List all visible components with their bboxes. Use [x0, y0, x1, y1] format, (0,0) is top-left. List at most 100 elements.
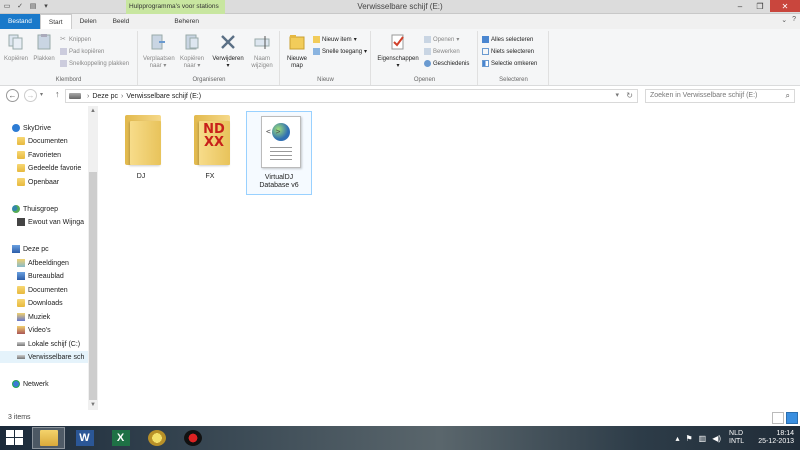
alles-selecteren-button[interactable]: Alles selecteren — [482, 35, 533, 44]
nav-item-skydrive[interactable]: SkyDrive — [12, 122, 100, 134]
verwijderen-button[interactable]: Verwijderen ▾ — [211, 33, 245, 70]
input-language[interactable]: NLD INTL — [729, 430, 744, 446]
file-item-fx[interactable]: ND XX FX — [177, 111, 243, 195]
nav-item-user[interactable]: Ewout van Wijnga — [17, 216, 88, 228]
expand-ribbon-icon[interactable]: ⌄ — [781, 16, 787, 24]
navigation-pane: SkyDrive Documenten Favorieten Gedeelde … — [0, 106, 98, 410]
back-button[interactable]: ← — [6, 89, 19, 102]
plakken-button[interactable]: Plakken — [30, 33, 58, 63]
file-explorer-icon — [39, 430, 58, 446]
eigenschappen-button[interactable]: Eigenschappen ▾ — [374, 33, 422, 70]
show-hidden-icons-icon[interactable]: ▴ — [675, 434, 679, 443]
nav-item-gedeelde-favorieten[interactable]: Gedeelde favorie — [17, 162, 88, 174]
search-placeholder: Zoeken in Verwisselbare schijf (E:) — [650, 92, 758, 99]
knippen-button[interactable]: ✂ Knippen — [60, 35, 91, 44]
forward-button[interactable]: → — [24, 89, 37, 102]
nav-scrollbar-thumb[interactable] — [89, 172, 97, 400]
verplaatsen-naar-button[interactable]: Verplaatsen naar ▾ — [143, 33, 175, 70]
scroll-up-icon[interactable]: ▲ — [88, 108, 98, 114]
selectie-omkeren-button[interactable]: Selectie omkeren — [482, 59, 537, 68]
tab-delen[interactable]: Delen — [72, 14, 105, 29]
videos-icon — [17, 326, 25, 334]
tab-start[interactable]: Start — [39, 14, 72, 29]
forward-arrow-icon: → — [26, 91, 35, 100]
tab-bestand[interactable]: Bestand — [0, 14, 40, 29]
naam-wijzigen-button[interactable]: Naam wijzigen — [247, 33, 277, 70]
pictures-icon — [17, 259, 25, 267]
bewerken-button[interactable]: Bewerken — [424, 47, 460, 56]
edit-icon — [424, 48, 431, 55]
group-organiseren: Verplaatsen naar ▾ Kopiëren naar ▾ Verwi… — [139, 31, 280, 85]
nav-scrollbar[interactable]: ▲ ▼ — [88, 106, 98, 410]
pad-kopieren-button[interactable]: Pad kopiëren — [60, 47, 104, 56]
documents-icon — [17, 286, 25, 294]
clock[interactable]: 18:14 25-12-2013 — [758, 430, 794, 446]
maximize-button[interactable]: ❐ — [750, 0, 770, 12]
system-tray: ▴ ⚑ ▥ ◀) NLD INTL 18:14 25-12-2013 — [675, 426, 800, 450]
paste-icon — [37, 34, 51, 50]
start-button[interactable] — [6, 430, 24, 446]
group-nieuw: Nieuwe map Nieuw item ▾ Snelle toegang ▾… — [281, 31, 371, 85]
nav-item-thuisgroep[interactable]: Thuisgroep — [12, 203, 100, 215]
new-folder-icon — [289, 35, 305, 50]
snelle-toegang-button[interactable]: Snelle toegang ▾ — [313, 47, 367, 56]
volume-icon[interactable]: ◀) — [712, 434, 721, 443]
scroll-down-icon[interactable]: ▼ — [88, 402, 98, 408]
taskbar-virtualdj[interactable] — [176, 427, 209, 449]
refresh-icon[interactable]: ↻ — [626, 90, 633, 102]
view-switcher — [772, 412, 798, 424]
nieuw-item-button[interactable]: Nieuw item ▾ — [313, 35, 357, 44]
openen-button[interactable]: Openen ▾ — [424, 35, 459, 44]
downloads-icon — [17, 299, 25, 307]
nav-item-netwerk[interactable]: Netwerk — [12, 378, 100, 390]
item-count: 3 items — [8, 414, 31, 421]
up-button[interactable]: ↑ — [55, 89, 60, 99]
file-item-dj[interactable]: DJ — [108, 111, 174, 195]
user-icon — [17, 218, 25, 226]
kopieren-naar-button[interactable]: Kopiëren naar ▾ — [177, 33, 207, 70]
folder-icon — [17, 137, 25, 145]
address-bar[interactable]: › Deze pc › Verwisselbare schijf (E:) ▾ … — [65, 89, 638, 103]
rename-icon — [254, 36, 270, 49]
geschiedenis-button[interactable]: Geschiedenis — [424, 59, 469, 68]
tab-beheren[interactable]: Beheren — [137, 14, 237, 29]
breadcrumb-drive[interactable]: Verwisselbare schijf (E:) — [126, 93, 201, 100]
nieuwe-map-button[interactable]: Nieuwe map — [283, 33, 311, 70]
breadcrumb-deze-pc[interactable]: Deze pc — [92, 93, 118, 100]
address-dropdown-icon[interactable]: ▾ — [615, 90, 619, 102]
file-item-virtualdj-database[interactable]: < > VirtualDJ Database v6 — [246, 111, 312, 195]
select-none-icon — [482, 48, 489, 55]
large-icons-view-button[interactable] — [786, 412, 798, 424]
music-icon — [17, 313, 25, 321]
taskbar-file-explorer[interactable] — [32, 427, 65, 449]
taskbar-word[interactable]: W — [68, 427, 101, 449]
word-icon: W — [75, 430, 94, 446]
snelkoppeling-plakken-button[interactable]: Snelkoppeling plakken — [60, 59, 129, 68]
nav-item-deze-pc[interactable]: Deze pc — [12, 243, 100, 255]
tab-beeld[interactable]: Beeld — [105, 14, 138, 29]
nav-item-verwisselbare-schijf[interactable]: Verwisselbare sch — [0, 351, 88, 363]
disk-app-icon — [147, 430, 166, 446]
search-input[interactable]: Zoeken in Verwisselbare schijf (E:) ⌕ — [645, 89, 795, 103]
details-view-button[interactable] — [772, 412, 784, 424]
delete-icon — [221, 35, 235, 49]
taskbar-app-4[interactable] — [140, 427, 173, 449]
drive-icon — [69, 93, 81, 99]
breadcrumb-separator-icon: › — [121, 92, 124, 100]
niets-selecteren-button[interactable]: Niets selecteren — [482, 47, 534, 56]
recent-locations-icon[interactable]: ▾ — [40, 91, 43, 98]
folder-icon — [17, 178, 25, 186]
network-icon[interactable]: ▥ — [699, 434, 707, 443]
hard-drive-icon — [17, 342, 25, 346]
new-item-icon — [313, 36, 320, 43]
easy-access-icon — [313, 48, 320, 55]
kopieren-button[interactable]: Kopiëren — [2, 33, 30, 63]
minimize-button[interactable]: – — [730, 0, 750, 12]
fx-folder-icon: ND XX — [194, 115, 230, 165]
file-label: VirtualDJ Database v6 — [259, 174, 299, 189]
flag-icon[interactable]: ⚑ — [685, 434, 692, 443]
help-icon[interactable]: ? — [792, 16, 796, 24]
taskbar-excel[interactable]: X — [104, 427, 137, 449]
group-klembord: Kopiëren Plakken ✂ Knippen Pad kopiëren … — [0, 31, 138, 85]
close-button[interactable]: ✕ — [770, 0, 800, 12]
